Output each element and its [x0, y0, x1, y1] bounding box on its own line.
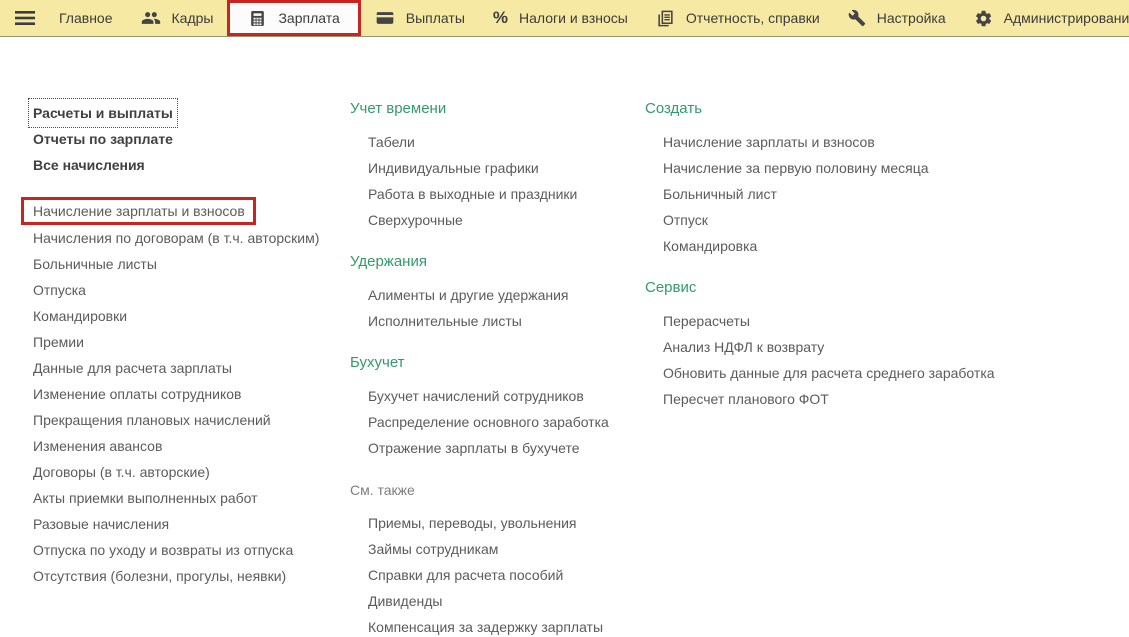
tab-reports[interactable]: Отчетность, справки: [642, 0, 834, 36]
link-overtime[interactable]: Сверхурочные: [350, 207, 640, 233]
create-business-trip[interactable]: Командировка: [645, 233, 1005, 259]
tab-settings[interactable]: Настройка: [834, 0, 960, 36]
tab-label: Главное: [59, 10, 113, 26]
tab-label: Администрирование: [1004, 10, 1129, 26]
tab-label: Зарплата: [278, 10, 339, 26]
section-header-service[interactable]: Сервис: [645, 275, 1005, 301]
create-sick-leave[interactable]: Больничный лист: [645, 181, 1005, 207]
link-salary-and-contributions-accrual[interactable]: Начисление зарплаты и взносов: [33, 200, 245, 222]
section-create: Начисление зарплаты и взносов Начисление…: [645, 129, 1005, 259]
create-salary-and-contributions-accrual[interactable]: Начисление зарплаты и взносов: [645, 129, 1005, 155]
tab-label: Налоги и взносы: [519, 10, 628, 26]
link-employee-pay-changes[interactable]: Изменение оплаты сотрудников: [33, 381, 333, 407]
link-work-acceptance-acts[interactable]: Акты приемки выполненных работ: [33, 485, 333, 511]
create-vacation[interactable]: Отпуск: [645, 207, 1005, 233]
middle-nav-column: Учет времени Табели Индивидуальные графи…: [350, 96, 640, 637]
link-timesheets[interactable]: Табели: [350, 129, 640, 155]
create-first-half-month-accrual[interactable]: Начисление за первую половину месяца: [645, 155, 1005, 181]
link-salary-reports[interactable]: Отчеты по зарплате: [33, 126, 333, 152]
wrench-icon: [848, 9, 866, 27]
link-business-trips[interactable]: Командировки: [33, 303, 333, 329]
link-calculations-and-payments[interactable]: Расчеты и выплаты: [33, 100, 333, 126]
tab-label: Отчетность, справки: [686, 10, 820, 26]
link-employee-accrual-accounting[interactable]: Бухучет начислений сотрудников: [350, 383, 640, 409]
link-individual-schedules[interactable]: Индивидуальные графики: [350, 155, 640, 181]
section-service: Перерасчеты Анализ НДФЛ к возврату Обнов…: [645, 308, 1005, 412]
section-header-time-tracking[interactable]: Учет времени: [350, 96, 640, 122]
link-recalculations[interactable]: Перерасчеты: [645, 308, 1005, 334]
highlight-box-salary-accrual: Начисление зарплаты и взносов: [21, 197, 256, 225]
tab-administration[interactable]: Администрирование: [960, 0, 1129, 36]
link-planned-accrual-terminations[interactable]: Прекращения плановых начислений: [33, 407, 333, 433]
link-salary-delay-compensation[interactable]: Компенсация за задержку зарплаты: [350, 614, 640, 637]
gear-icon: [974, 9, 993, 28]
people-icon: [141, 8, 161, 28]
link-weekend-holiday-work[interactable]: Работа в выходные и праздники: [350, 181, 640, 207]
documents-icon: [656, 9, 675, 28]
right-nav-column: Создать Начисление зарплаты и взносов На…: [645, 96, 1005, 412]
link-dividends[interactable]: Дивиденды: [350, 588, 640, 614]
tab-payments[interactable]: Выплаты: [361, 0, 479, 36]
link-benefit-calculation-certificates[interactable]: Справки для расчета пособий: [350, 562, 640, 588]
link-label: Расчеты и выплаты: [30, 100, 176, 126]
tab-label: Кадры: [172, 10, 214, 26]
link-salary-reflection-in-accounting[interactable]: Отражение зарплаты в бухучете: [350, 435, 640, 461]
section-header-see-also: См. также: [350, 477, 640, 503]
link-all-accruals[interactable]: Все начисления: [33, 152, 333, 178]
link-contracts[interactable]: Договоры (в т.ч. авторские): [33, 459, 333, 485]
link-vacations[interactable]: Отпуска: [33, 277, 333, 303]
tab-main[interactable]: Главное: [45, 0, 127, 36]
link-writs-of-execution[interactable]: Исполнительные листы: [350, 308, 640, 334]
tab-label: Настройка: [877, 10, 946, 26]
link-base-earnings-distribution[interactable]: Распределение основного заработка: [350, 409, 640, 435]
card-icon: [375, 8, 395, 28]
link-bonuses[interactable]: Премии: [33, 329, 333, 355]
link-advance-changes[interactable]: Изменения авансов: [33, 433, 333, 459]
section-header-accounting[interactable]: Бухучет: [350, 350, 640, 376]
tab-label: Выплаты: [406, 10, 465, 26]
section-accounting: Бухучет начислений сотрудников Распредел…: [350, 383, 640, 461]
section-header-deductions[interactable]: Удержания: [350, 249, 640, 275]
link-contract-accruals[interactable]: Начисления по договорам (в т.ч. авторски…: [33, 225, 333, 251]
main-menu-button[interactable]: [0, 0, 45, 36]
section-tabs: Главное Кадры: [45, 0, 1129, 36]
link-planned-payroll-recalculation[interactable]: Пересчет планового ФОТ: [645, 386, 1005, 412]
left-nav-column: Расчеты и выплаты Отчеты по зарплате Все…: [33, 100, 333, 589]
percent-icon: %: [493, 8, 508, 28]
section-time-tracking: Табели Индивидуальные графики Работа в в…: [350, 129, 640, 233]
section-see-also: Приемы, переводы, увольнения Займы сотру…: [350, 510, 640, 637]
calculator-icon: [248, 9, 267, 28]
section-header-create[interactable]: Создать: [645, 96, 1005, 122]
top-navigation-bar: Главное Кадры: [0, 0, 1129, 37]
link-childcare-leaves-returns[interactable]: Отпуска по уходу и возвраты из отпуска: [33, 537, 333, 563]
section-deductions: Алименты и другие удержания Исполнительн…: [350, 282, 640, 334]
tab-hr[interactable]: Кадры: [127, 0, 228, 36]
link-employee-loans[interactable]: Займы сотрудникам: [350, 536, 640, 562]
hamburger-icon: [15, 10, 35, 26]
link-absences[interactable]: Отсутствия (болезни, прогулы, неявки): [33, 563, 333, 589]
link-salary-calculation-data[interactable]: Данные для расчета зарплаты: [33, 355, 333, 381]
link-sick-leaves[interactable]: Больничные листы: [33, 251, 333, 277]
link-update-average-earnings-data[interactable]: Обновить данные для расчета среднего зар…: [645, 360, 1005, 386]
link-ndfl-refund-analysis[interactable]: Анализ НДФЛ к возврату: [645, 334, 1005, 360]
tab-taxes[interactable]: % Налоги и взносы: [479, 0, 642, 36]
link-alimony-other-deductions[interactable]: Алименты и другие удержания: [350, 282, 640, 308]
tab-salary-active[interactable]: Зарплата: [227, 0, 360, 36]
link-one-time-accruals[interactable]: Разовые начисления: [33, 511, 333, 537]
link-hires-transfers-dismissals[interactable]: Приемы, переводы, увольнения: [350, 510, 640, 536]
